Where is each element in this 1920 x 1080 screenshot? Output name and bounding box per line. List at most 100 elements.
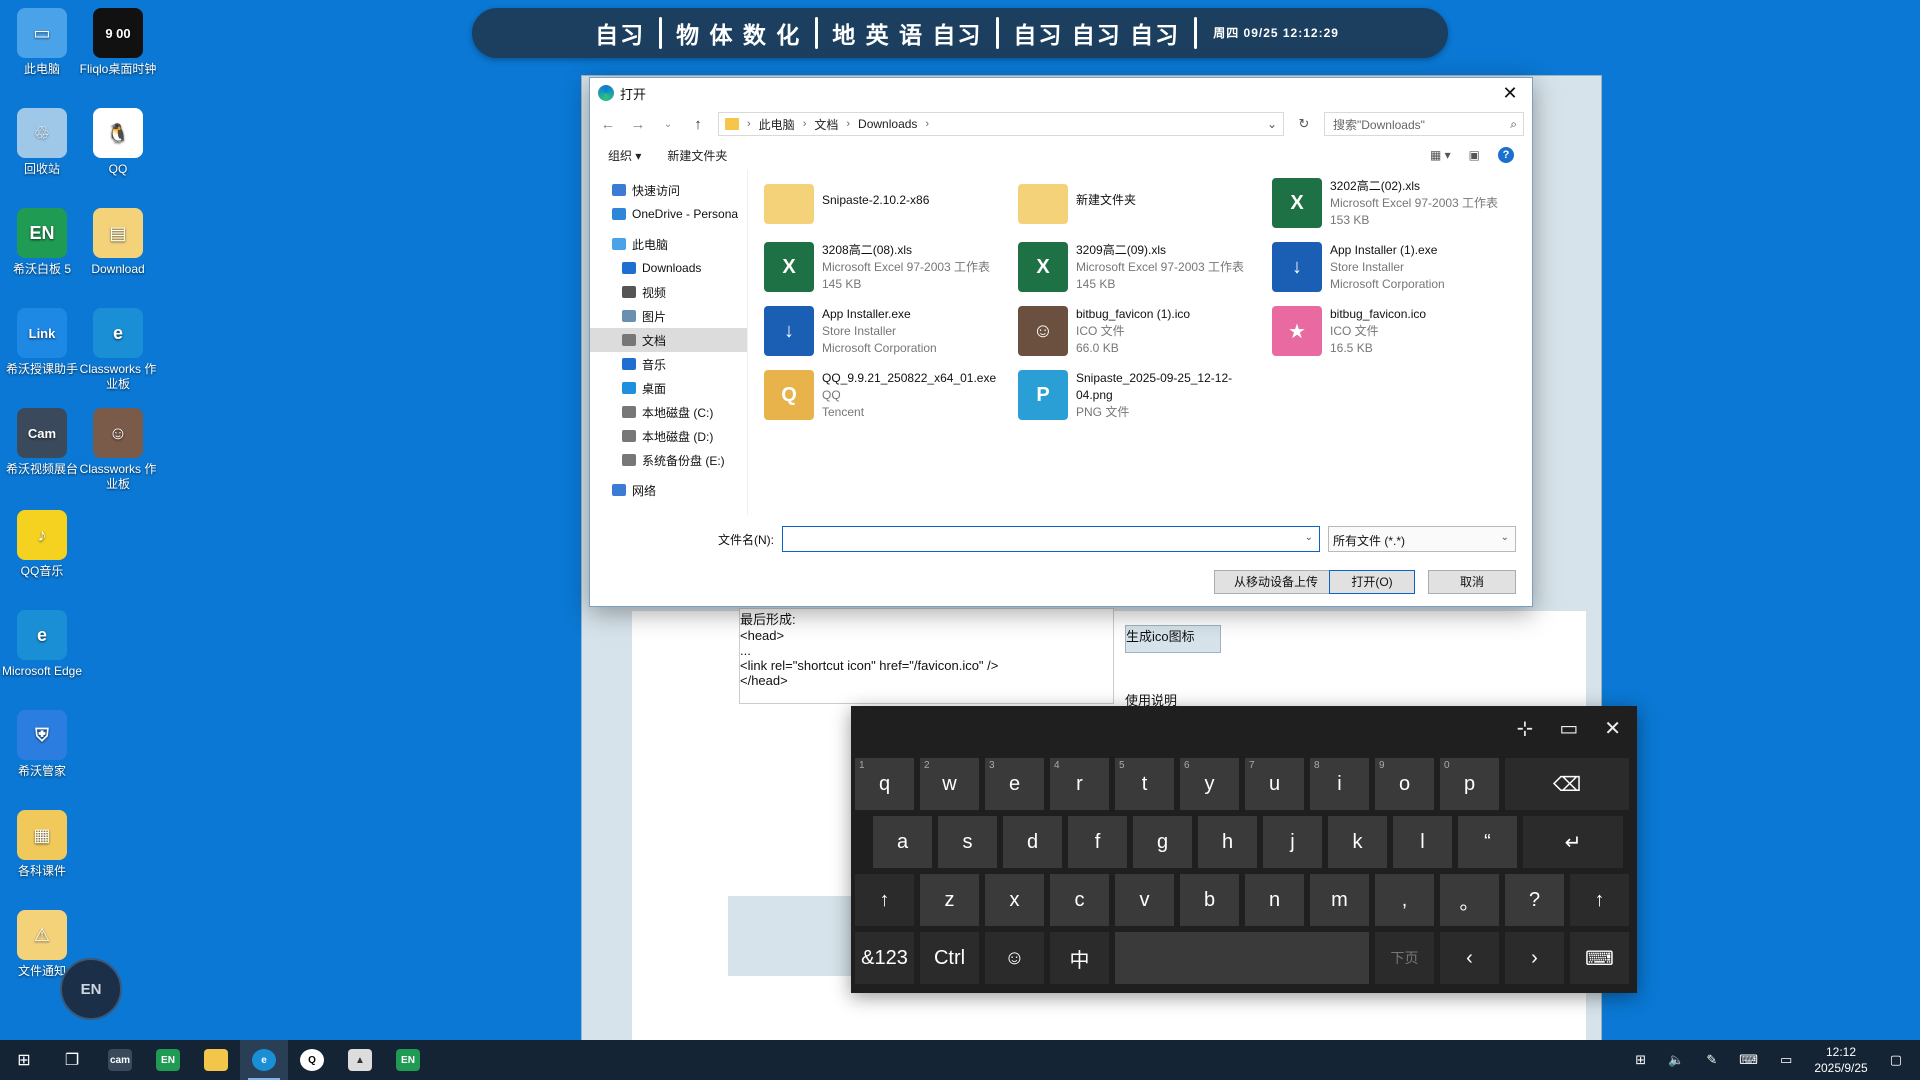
- key[interactable]: x: [985, 874, 1044, 926]
- tree-item[interactable]: 快速访问: [590, 178, 747, 202]
- chevron-down-icon[interactable]: ⌄: [1501, 532, 1509, 543]
- tree-item[interactable]: 图片: [590, 304, 747, 328]
- forward-arrow-icon[interactable]: →: [628, 116, 648, 133]
- key[interactable]: ?: [1505, 874, 1564, 926]
- recent-dropdown-icon[interactable]: ⌄: [658, 119, 678, 130]
- new-folder-button[interactable]: 新建文件夹: [667, 147, 727, 164]
- file-item[interactable]: X 3209高二(09).xls Microsoft Excel 97-2003 工…: [1008, 238, 1262, 296]
- key[interactable]: h: [1198, 816, 1257, 868]
- keyboard-layout-key[interactable]: ⌨: [1570, 932, 1629, 984]
- tree-item[interactable]: 桌面: [590, 376, 747, 400]
- desktop-icon[interactable]: ⛨ 希沃管家: [0, 710, 84, 779]
- desktop-icon[interactable]: Link 希沃授课助手: [0, 308, 84, 377]
- key[interactable]: b: [1180, 874, 1239, 926]
- key[interactable]: q1: [855, 758, 914, 810]
- key[interactable]: n: [1245, 874, 1304, 926]
- file-item[interactable]: ☺ bitbug_favicon (1).ico ICO 文件 66.0 KB: [1008, 302, 1262, 360]
- move-keyboard-icon[interactable]: ⊹: [1517, 716, 1534, 741]
- desktop-icon[interactable]: ▦ 各科课件: [0, 810, 84, 879]
- dock-keyboard-icon[interactable]: ▭: [1559, 716, 1578, 741]
- file-item[interactable]: X 3202高二(02).xls Microsoft Excel 97-2003 工…: [1262, 174, 1516, 232]
- tree-item[interactable]: 音乐: [590, 352, 747, 376]
- start-icon[interactable]: ⊞: [0, 1040, 48, 1080]
- desktop-icon[interactable]: Cam 希沃视频展台: [0, 408, 84, 477]
- tree-item[interactable]: 本地磁盘 (D:): [590, 424, 747, 448]
- breadcrumb-item[interactable]: Downloads: [858, 117, 917, 131]
- key[interactable]: u7: [1245, 758, 1304, 810]
- shift-key[interactable]: ↑: [1570, 874, 1629, 926]
- tree-item[interactable]: 文档: [590, 328, 747, 352]
- file-explorer-icon[interactable]: [192, 1040, 240, 1080]
- tree-item[interactable]: 本地磁盘 (C:): [590, 400, 747, 424]
- chevron-down-icon[interactable]: ⌄: [1305, 532, 1313, 543]
- key[interactable]: 。: [1440, 874, 1499, 926]
- emoji-key[interactable]: ☺: [985, 932, 1044, 984]
- key[interactable]: k: [1328, 816, 1387, 868]
- filetype-select[interactable]: 所有文件 (*.*) ⌄: [1328, 526, 1516, 552]
- file-item[interactable]: ★ bitbug_favicon.ico ICO 文件 16.5 KB: [1262, 302, 1516, 360]
- symbols-key[interactable]: &123: [855, 932, 914, 984]
- key[interactable]: t5: [1115, 758, 1174, 810]
- tree-item[interactable]: 视频: [590, 280, 747, 304]
- desktop-icon[interactable]: e Classworks 作业板: [76, 308, 160, 392]
- breadcrumb-item[interactable]: 此电脑: [759, 116, 795, 133]
- key[interactable]: o9: [1375, 758, 1434, 810]
- key[interactable]: d: [1003, 816, 1062, 868]
- upload-from-device-button[interactable]: 从移动设备上传: [1214, 570, 1338, 594]
- desktop-icon[interactable]: ☺ Classworks 作业板: [76, 408, 160, 492]
- key[interactable]: f: [1068, 816, 1127, 868]
- key[interactable]: g: [1133, 816, 1192, 868]
- file-item[interactable]: ↓ App Installer (1).exe Store Installer Mic…: [1262, 238, 1516, 296]
- space-key[interactable]: [1115, 932, 1369, 984]
- tree-item[interactable]: 此电脑: [590, 232, 747, 256]
- dialog-titlebar[interactable]: 打开 ✕: [590, 78, 1532, 108]
- search-input[interactable]: 搜索"Downloads" ⌕: [1324, 112, 1524, 136]
- tree-item[interactable]: OneDrive - Persona: [590, 202, 747, 226]
- file-item[interactable]: X 3208高二(08).xls Microsoft Excel 97-2003 工…: [754, 238, 1008, 296]
- key[interactable]: v: [1115, 874, 1174, 926]
- edge-taskbar-icon[interactable]: e: [240, 1040, 288, 1080]
- windows-security-icon[interactable]: ⊞: [1635, 1052, 1646, 1068]
- help-icon[interactable]: ?: [1498, 147, 1514, 163]
- key[interactable]: w2: [920, 758, 979, 810]
- file-item[interactable]: Q QQ_9.9.21_250822_x64_01.exe QQ Tencent: [754, 366, 1008, 424]
- ctrl-key[interactable]: Ctrl: [920, 932, 979, 984]
- key[interactable]: l: [1393, 816, 1452, 868]
- right-arrow-key[interactable]: ›: [1505, 932, 1564, 984]
- volume-icon[interactable]: 🔈: [1668, 1052, 1684, 1068]
- open-button[interactable]: 打开(O): [1329, 570, 1415, 594]
- camera-app-icon[interactable]: cam: [96, 1040, 144, 1080]
- whiteboard-app-icon[interactable]: EN: [144, 1040, 192, 1080]
- close-icon[interactable]: ✕: [1488, 83, 1532, 104]
- refresh-icon[interactable]: ↻: [1294, 116, 1314, 132]
- desktop-icon[interactable]: e Microsoft Edge: [0, 610, 84, 679]
- task-view-icon[interactable]: ❐: [48, 1040, 96, 1080]
- file-item[interactable]: ↓ App Installer.exe Store Installer Microso…: [754, 302, 1008, 360]
- key[interactable]: j: [1263, 816, 1322, 868]
- up-arrow-icon[interactable]: ↑: [688, 116, 708, 133]
- breadcrumb-item[interactable]: 文档: [814, 116, 838, 133]
- key[interactable]: c: [1050, 874, 1109, 926]
- key[interactable]: “: [1458, 816, 1517, 868]
- tree-item[interactable]: 系统备份盘 (E:): [590, 448, 747, 472]
- desktop-icon[interactable]: 🐧 QQ: [76, 108, 160, 177]
- qq-taskbar-icon[interactable]: Q: [288, 1040, 336, 1080]
- address-bar[interactable]: › 此电脑 › 文档 › Downloads › ⌄: [718, 112, 1284, 136]
- desktop-icon[interactable]: 9 00 Fliqlo桌面时钟: [76, 8, 160, 77]
- photos-taskbar-icon[interactable]: ▲: [336, 1040, 384, 1080]
- language-key[interactable]: 中: [1050, 932, 1109, 984]
- display-icon[interactable]: ▭: [1780, 1052, 1792, 1068]
- key[interactable]: ,: [1375, 874, 1434, 926]
- shift-key[interactable]: ↑: [855, 874, 914, 926]
- key[interactable]: r4: [1050, 758, 1109, 810]
- file-item[interactable]: Snipaste-2.10.2-x86: [754, 174, 1008, 232]
- desktop-icon[interactable]: ♲ 回收站: [0, 108, 84, 177]
- key[interactable]: y6: [1180, 758, 1239, 810]
- key[interactable]: e3: [985, 758, 1044, 810]
- view-options-icon[interactable]: ▦ ▾: [1430, 148, 1451, 162]
- desktop-icon[interactable]: ▭ 此电脑: [0, 8, 84, 77]
- tree-item[interactable]: 网络: [590, 478, 747, 502]
- taskbar-clock[interactable]: 12:12 2025/9/25: [1814, 1044, 1867, 1076]
- preview-pane-icon[interactable]: ▣: [1469, 148, 1480, 162]
- cancel-button[interactable]: 取消: [1428, 570, 1516, 594]
